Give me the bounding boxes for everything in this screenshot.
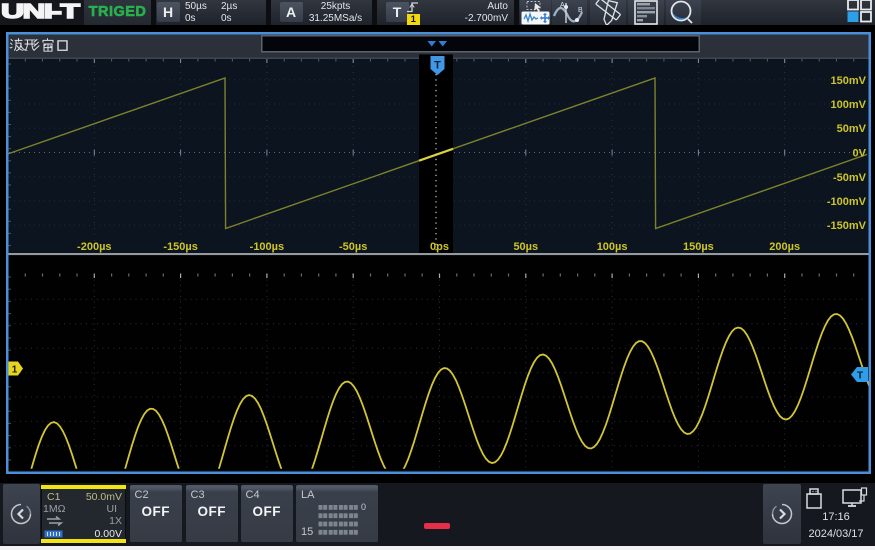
svg-text:150µs: 150µs [683, 241, 714, 253]
svg-text:200µs: 200µs [769, 241, 800, 253]
svg-text:A: A [560, 2, 565, 9]
svg-text:50µs: 50µs [513, 241, 538, 253]
svg-text:100mV: 100mV [831, 99, 867, 111]
svg-text:150mV: 150mV [831, 75, 867, 87]
svg-text:-100mV: -100mV [827, 196, 867, 208]
svg-text:-50µs: -50µs [339, 241, 367, 253]
svg-text:-50mV: -50mV [833, 172, 867, 184]
svg-text:-100µs: -100µs [250, 241, 284, 253]
svg-text:T: T [857, 371, 863, 382]
svg-text:-200µs: -200µs [77, 241, 111, 253]
svg-text:50mV: 50mV [837, 123, 867, 135]
svg-text:-150µs: -150µs [163, 241, 197, 253]
svg-text:T: T [434, 60, 441, 72]
svg-text:100µs: 100µs [597, 241, 628, 253]
svg-text:0ps: 0ps [430, 241, 449, 253]
svg-text:-150mV: -150mV [827, 220, 867, 232]
svg-text:0V: 0V [853, 148, 867, 160]
svg-text:B: B [578, 7, 583, 14]
svg-text:1: 1 [12, 365, 18, 376]
